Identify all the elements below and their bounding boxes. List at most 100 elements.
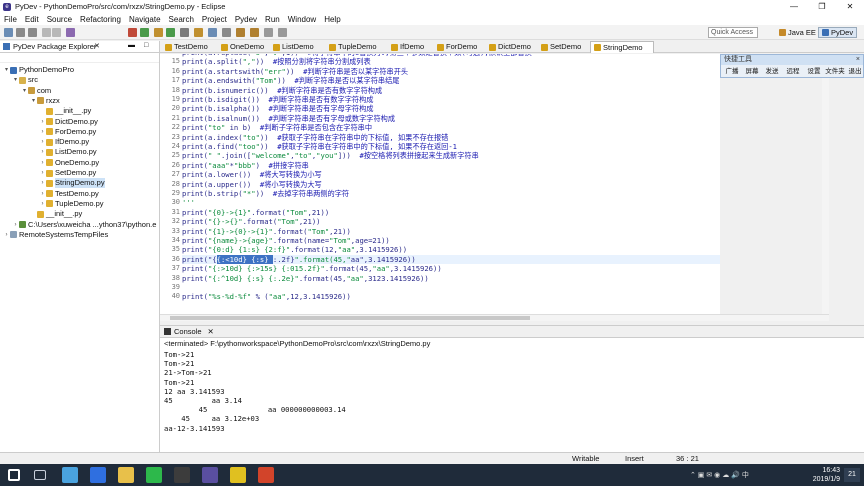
toolbar-button-icon[interactable] (42, 28, 51, 37)
chevron-right-icon[interactable]: › (39, 168, 46, 178)
app-feishu-icon[interactable] (90, 467, 106, 483)
code-line[interactable]: print(b.isalpha()) #判断字符串是否有字母字符构成 (182, 104, 374, 113)
chevron-right-icon[interactable]: › (39, 127, 46, 137)
tree-item[interactable]: › RemoteSystemsTempFiles (3, 230, 109, 240)
tree-item[interactable]: › SetDemo.py (39, 168, 97, 178)
perspective-pydev[interactable]: PyDev (818, 27, 858, 38)
explorer-minimize-icon[interactable]: ▬ (128, 42, 135, 49)
tree-item[interactable]: __init__.py (30, 209, 82, 219)
tree-item[interactable]: › DictDemo.py (39, 117, 98, 127)
maximize-button[interactable]: ❐ (808, 0, 836, 13)
menu-project[interactable]: Project (202, 15, 227, 24)
toolbar-button-icon[interactable] (222, 28, 231, 37)
editor-vertical-scrollbar[interactable] (822, 54, 829, 314)
code-line[interactable]: print(a.find("too")) #获取子字符串在字符串中的下标值, 如… (182, 142, 457, 151)
code-line[interactable]: print(a.lower()) #将大写转换为小写 (182, 170, 322, 179)
ime-indicator[interactable]: 中 (742, 472, 749, 479)
toolbar-button-icon[interactable] (16, 28, 25, 37)
palette-button[interactable]: 广播 (723, 66, 741, 77)
tree-item[interactable]: › IfDemo.py (39, 137, 90, 147)
code-line[interactable]: print("{}->{}".format("Tom",21)) (182, 217, 321, 226)
code-line[interactable]: print(a.upper()) #将小写转换为大写 (182, 180, 322, 189)
code-line[interactable]: print(a.endswith("Tom")) #判断字符串是否以某字符串结尾 (182, 76, 399, 85)
palette-button[interactable]: 屏幕 (743, 66, 761, 77)
toolbar-button-icon[interactable] (264, 28, 273, 37)
explorer-close-icon[interactable]: ✕ (94, 42, 100, 50)
tree-item[interactable]: › StringDemo.py (39, 178, 105, 189)
chrome-icon[interactable] (230, 467, 246, 483)
app-media-icon[interactable] (174, 467, 190, 483)
toolbar-button-icon[interactable] (250, 28, 259, 37)
tree-item[interactable]: › ListDemo.py (39, 147, 97, 157)
toolbar-button-icon[interactable] (140, 28, 149, 37)
code-line[interactable]: print("to" in b) #判断子字符串是否包含在字符串中 (182, 123, 372, 132)
toolbar-button-icon[interactable] (66, 28, 75, 37)
console-title[interactable]: Console (174, 327, 202, 336)
wechat-icon[interactable] (146, 467, 162, 483)
tray-clock[interactable]: 16:43 2019/1/9 (813, 466, 840, 484)
code-line[interactable]: print(a.index("to")) #获取子字符串在字符串中的下标值, 如… (182, 133, 448, 142)
perspective-java-ee[interactable]: Java EE (776, 27, 819, 38)
code-line[interactable]: print("{name}->{age}".format(name="Tom",… (182, 236, 390, 245)
system-tray-icons[interactable]: ⌃ ▣ ✉ ◉ ☁ 🔊 中 (690, 470, 749, 480)
notification-center-button[interactable]: 21 (844, 468, 860, 482)
toolbar-button-icon[interactable] (28, 28, 37, 37)
tree-item[interactable]: › C:\Users\xuweicha ...ython37\python.e (12, 220, 157, 230)
code-line[interactable]: print("{:^10d} {:s} {:.2e}".format(45,"a… (182, 274, 429, 283)
menu-window[interactable]: Window (288, 15, 316, 24)
tree-item[interactable]: › TupleDemo.py (39, 199, 104, 209)
tab-onedemo[interactable]: OneDemo (218, 41, 268, 53)
chevron-down-icon[interactable]: ▾ (12, 75, 19, 85)
quick-access-input[interactable]: Quick Access (708, 27, 758, 38)
menu-run[interactable]: Run (265, 15, 280, 24)
file-explorer-icon[interactable] (118, 467, 134, 483)
chevron-right-icon[interactable]: › (39, 189, 46, 199)
menu-search[interactable]: Search (169, 15, 194, 24)
current-code-line[interactable]: print("{{:<10d} {:s} :.2f}".format(45,"a… (182, 254, 720, 265)
toolbar-button-icon[interactable] (194, 28, 203, 37)
tree-item[interactable]: ▾ com (21, 86, 51, 96)
toolbar-button-icon[interactable] (278, 28, 287, 37)
code-line[interactable]: print(a.startswith("err")) #判断字符串是否以某字符串… (182, 67, 408, 76)
start-button[interactable] (8, 469, 20, 481)
powerpoint-icon[interactable] (258, 467, 274, 483)
menu-refactoring[interactable]: Refactoring (80, 15, 121, 24)
palette-button[interactable]: 退出 (847, 66, 863, 77)
code-line[interactable]: print(b.isalnum()) #判断字符串是否有字母或数字字符构成 (182, 114, 395, 123)
palette-button[interactable]: 远程 (783, 66, 803, 77)
code-editor[interactable]: 1415161718192021222324252627282930313233… (160, 54, 720, 314)
app-browser-360-icon[interactable] (62, 467, 78, 483)
editor-horizontal-scrollbar[interactable] (160, 314, 829, 321)
explorer-maximize-icon[interactable]: □ (144, 42, 148, 49)
chevron-down-icon[interactable]: ▾ (21, 86, 28, 96)
palette-button[interactable]: 文件夹 (825, 66, 845, 77)
chevron-right-icon[interactable]: › (12, 220, 19, 230)
code-line[interactable]: print(a.split(",")) #按照分割将字符串分割成列表 (182, 57, 371, 66)
code-line[interactable]: print(b.isdigit()) #判断字符串是否有数字字符构成 (182, 95, 374, 104)
toolbar-button-icon[interactable] (180, 28, 189, 37)
chevron-right-icon[interactable]: › (39, 117, 46, 127)
scroll-thumb[interactable] (170, 316, 530, 320)
toolbar-button-icon[interactable] (166, 28, 175, 37)
chevron-down-icon[interactable]: ▾ (30, 96, 37, 106)
palette-button[interactable]: 设置 (805, 66, 823, 77)
tree-item[interactable]: ▾ src (12, 75, 38, 85)
code-line[interactable]: print("{1}->{0}->{1}".format("Tom",21)) (182, 227, 351, 236)
tab-stringdemo[interactable]: StringDemo (590, 41, 654, 53)
toolbar-button-icon[interactable] (128, 28, 137, 37)
menu-navigate[interactable]: Navigate (129, 15, 161, 24)
menu-help[interactable]: Help (324, 15, 340, 24)
tree-item[interactable]: › OneDemo.py (39, 158, 100, 168)
menu-file[interactable]: File (4, 15, 17, 24)
tab-setdemo[interactable]: SetDemo (538, 41, 588, 53)
task-view-icon[interactable] (34, 470, 46, 480)
toolbar-button-icon[interactable] (4, 28, 13, 37)
chevron-right-icon[interactable]: › (39, 147, 46, 157)
minimize-button[interactable]: — (780, 0, 808, 13)
toolbar-button-icon[interactable] (154, 28, 163, 37)
code-line[interactable]: print(b.isnumeric()) #判断字符串是否有数字字符构成 (182, 86, 382, 95)
toolbar-button-icon[interactable] (52, 28, 61, 37)
console-close-icon[interactable]: ✕ (208, 327, 214, 336)
code-line[interactable]: print("{0:d} {1:s} {2:f}".format(12,"aa"… (182, 245, 407, 254)
text-selection[interactable]: {:<10d} {:s} (216, 254, 273, 264)
